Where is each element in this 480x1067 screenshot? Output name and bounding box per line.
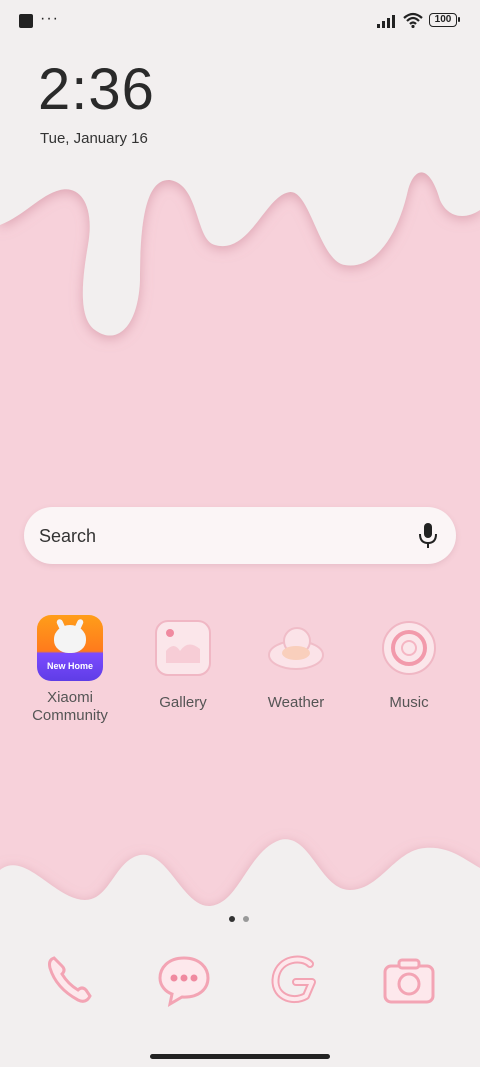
- microphone-icon[interactable]: [416, 522, 440, 550]
- clock-time[interactable]: 2:36: [38, 58, 155, 122]
- app-label: Gallery: [159, 694, 207, 711]
- battery-icon: 100: [429, 13, 460, 27]
- notification-icon: [19, 14, 33, 28]
- app-xiaomi-community[interactable]: New Home Xiaomi Community: [15, 615, 125, 725]
- page-indicator[interactable]: [229, 909, 257, 927]
- app-music[interactable]: Music: [354, 615, 464, 712]
- app-label: Weather: [267, 694, 325, 711]
- gallery-icon: [155, 620, 211, 676]
- xiaomi-community-icon: New Home: [37, 615, 103, 681]
- browser-icon[interactable]: [266, 952, 326, 1008]
- app-gallery[interactable]: Gallery: [128, 615, 238, 712]
- app-label: Xiaomi Community: [32, 689, 108, 724]
- wifi-icon: [403, 12, 423, 28]
- music-icon: [382, 621, 436, 675]
- phone-icon[interactable]: [40, 952, 100, 1008]
- messages-icon[interactable]: [154, 952, 214, 1008]
- home-gesture-bar[interactable]: [150, 1054, 330, 1059]
- signal-icon: [377, 15, 395, 28]
- more-notifications-icon: ···: [40, 10, 59, 27]
- search-bar[interactable]: Search: [24, 507, 456, 564]
- app-label: Music: [389, 694, 429, 711]
- clock-date[interactable]: Tue, January 16: [40, 130, 148, 147]
- status-bar: ··· 100: [0, 0, 480, 42]
- page-dot-active: [229, 916, 235, 922]
- camera-icon[interactable]: [379, 952, 439, 1008]
- page-dot: [243, 916, 249, 922]
- app-weather[interactable]: Weather: [241, 615, 351, 712]
- search-placeholder: Search: [39, 526, 97, 546]
- weather-icon: [268, 627, 324, 670]
- new-home-badge: New Home: [46, 661, 93, 671]
